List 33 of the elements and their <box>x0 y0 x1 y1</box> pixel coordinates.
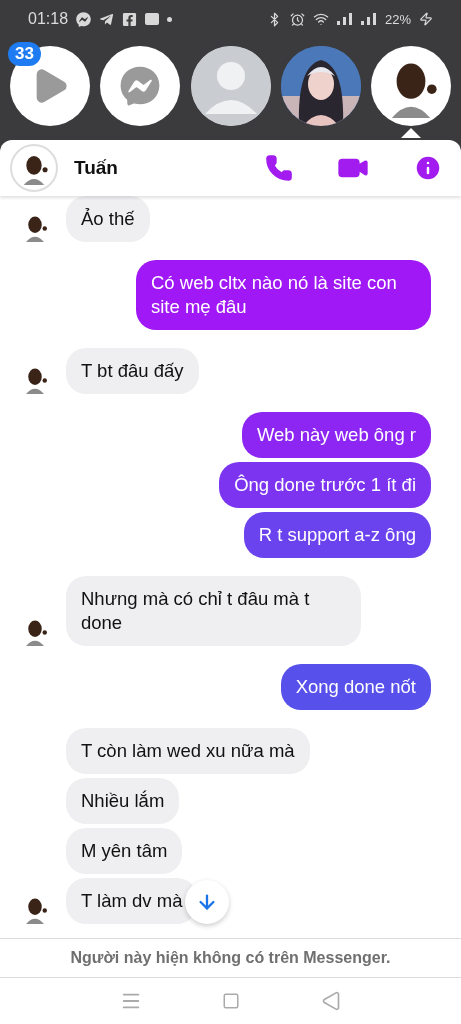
phone-icon <box>265 153 293 182</box>
message-bubble: T bt đâu đấy <box>66 347 199 394</box>
signal-icon <box>336 13 353 25</box>
contact-name: Tuấn <box>74 156 119 179</box>
battery-level: 22% <box>384 11 411 27</box>
profile-silhouette-icon <box>190 46 271 126</box>
message-bubble: Xong done nốt <box>280 664 431 711</box>
message-bubble: T còn làm wed xu nữa mà <box>66 728 310 775</box>
messenger-icon <box>76 11 92 27</box>
message-bubble: Ông done trước 1 ít đi <box>219 461 431 508</box>
message-bubble: R t support a-z ông <box>243 512 431 559</box>
wifi-icon <box>312 11 329 27</box>
message-bubble: M yên tâm <box>66 828 183 875</box>
facebook-icon <box>122 11 138 27</box>
chat-app-icon <box>145 13 160 25</box>
chat-head[interactable] <box>371 46 451 138</box>
contact-avatar[interactable] <box>10 143 58 192</box>
signal-icon <box>360 13 377 25</box>
messenger-icon <box>120 66 161 106</box>
status-time: 01:18 <box>28 10 69 28</box>
notification-dot-icon <box>167 16 173 22</box>
alarm-icon <box>289 11 305 27</box>
message-bubble: Nhiều lắm <box>66 778 180 825</box>
message-bubble: Web này web ông r <box>241 411 431 458</box>
unavailable-notice: Người này hiện không có trên Messenger. <box>70 949 391 968</box>
unread-badge: 33 <box>8 42 41 66</box>
call-button[interactable] <box>265 153 293 182</box>
charging-icon <box>419 12 433 26</box>
telegram-icon <box>99 11 115 27</box>
message-bubble: Ảo thế <box>66 195 150 242</box>
scroll-down-button[interactable] <box>185 880 230 925</box>
message-bubble: Có web cltx nào nó là site con site mẹ đâu <box>136 259 431 330</box>
message-bubble: Nhưng mà có chỉ t đâu mà t done <box>66 576 361 647</box>
